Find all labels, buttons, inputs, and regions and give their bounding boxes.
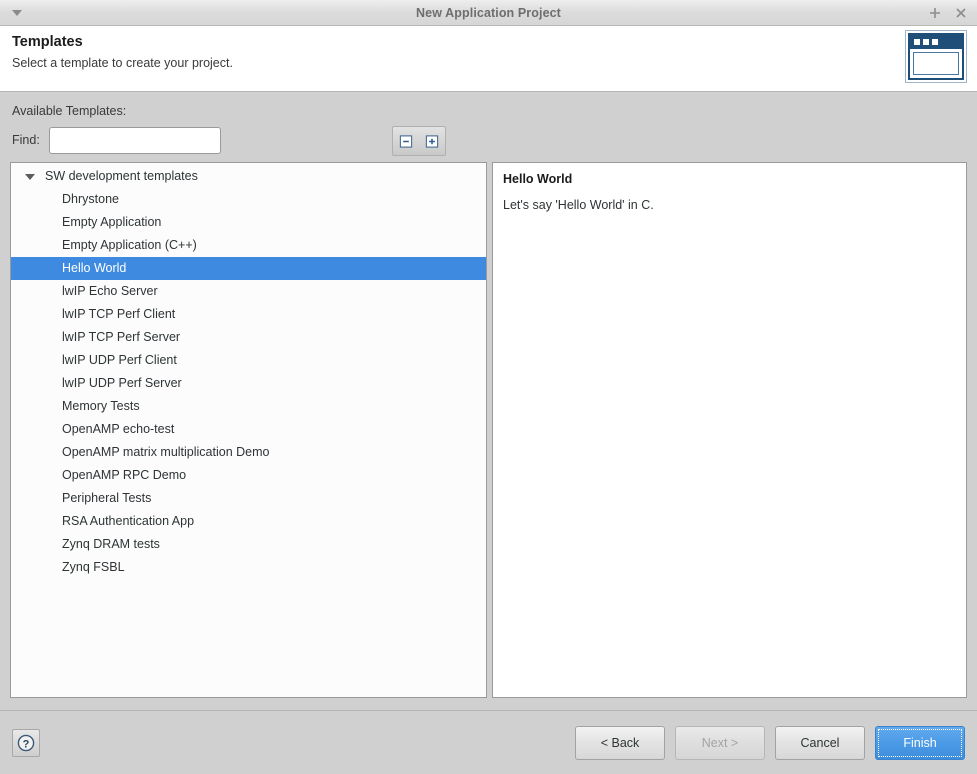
finish-button[interactable]: Finish [875,726,965,760]
tree-item-label: Empty Application [62,211,161,234]
window-controls [927,5,977,21]
window-menu-button[interactable] [0,0,34,26]
tree-item[interactable]: Hello World [11,257,486,280]
tree-item-list: DhrystoneEmpty ApplicationEmpty Applicat… [11,188,486,579]
back-button[interactable]: < Back [575,726,665,760]
application-window-icon [905,30,967,83]
tree-item-label: lwIP TCP Perf Server [62,326,180,349]
tree-item-label: Empty Application (C++) [62,234,197,257]
tree-item[interactable]: Empty Application (C++) [11,234,486,257]
tree-item-label: OpenAMP RPC Demo [62,464,186,487]
collapse-all-icon[interactable] [393,129,419,153]
new-application-project-dialog: New Application Project Templates Select… [0,0,977,774]
tree-root-label: SW development templates [45,165,198,188]
tree-item-label: Zynq FSBL [62,556,125,579]
description-text: Let's say 'Hello World' in C. [503,198,956,212]
dialog-footer: ? < Back Next > Cancel Finish [0,710,977,774]
tree-item[interactable]: lwIP Echo Server [11,280,486,303]
tree-item-label: RSA Authentication App [62,510,194,533]
maximize-plus-icon[interactable] [927,5,943,21]
search-input[interactable] [49,127,221,154]
application-window-icon-titlebar [910,35,962,49]
tree-item[interactable]: RSA Authentication App [11,510,486,533]
tree-item-label: lwIP Echo Server [62,280,158,303]
tree-item[interactable]: Zynq FSBL [11,556,486,579]
find-row: Find: [10,126,967,154]
tree-item-label: Dhrystone [62,188,119,211]
templates-tree[interactable]: SW development templates DhrystoneEmpty … [10,162,487,698]
tree-item-label: Zynq DRAM tests [62,533,160,556]
chevron-down-icon[interactable] [25,174,35,180]
find-label: Find: [12,133,40,147]
tree-item[interactable]: Memory Tests [11,395,486,418]
tree-item-label: lwIP TCP Perf Client [62,303,175,326]
description-title: Hello World [503,172,956,186]
tree-item-label: lwIP UDP Perf Client [62,349,177,372]
application-window-icon-body [913,52,959,75]
tree-item-label: lwIP UDP Perf Server [62,372,182,395]
tree-item[interactable]: OpenAMP matrix multiplication Demo [11,441,486,464]
tree-item[interactable]: Dhrystone [11,188,486,211]
tree-root-node[interactable]: SW development templates [11,165,486,188]
wizard-header: Templates Select a template to create yo… [0,26,977,92]
page-subtitle: Select a template to create your project… [12,56,965,70]
tree-item[interactable]: OpenAMP RPC Demo [11,464,486,487]
content-panes: SW development templates DhrystoneEmpty … [10,162,967,710]
chevron-down-icon [12,10,22,16]
tree-item[interactable]: lwIP UDP Perf Client [11,349,486,372]
tree-item[interactable]: lwIP TCP Perf Client [11,303,486,326]
tree-item[interactable]: OpenAMP echo-test [11,418,486,441]
tree-item-label: Memory Tests [62,395,140,418]
tree-item-label: OpenAMP matrix multiplication Demo [62,441,269,464]
icon-dot-2 [923,39,929,45]
tree-item[interactable]: Zynq DRAM tests [11,533,486,556]
footer-buttons: < Back Next > Cancel Finish [575,726,965,760]
expand-all-icon[interactable] [419,129,445,153]
tree-item[interactable]: lwIP TCP Perf Server [11,326,486,349]
template-description-panel: Hello World Let's say 'Hello World' in C… [492,162,967,698]
tree-toolbar [392,126,446,156]
tree-item[interactable]: Empty Application [11,211,486,234]
page-title: Templates [12,34,965,50]
tree-item[interactable]: Peripheral Tests [11,487,486,510]
icon-dot-3 [932,39,938,45]
tree-item-label: OpenAMP echo-test [62,418,174,441]
window-title: New Application Project [0,6,977,20]
cancel-button[interactable]: Cancel [775,726,865,760]
tree-item-label: Peripheral Tests [62,487,151,510]
icon-dot-1 [914,39,920,45]
application-window-icon-frame [908,33,964,80]
tree-item[interactable]: lwIP UDP Perf Server [11,372,486,395]
tree-item-label: Hello World [62,257,126,280]
title-bar: New Application Project [0,0,977,26]
dialog-body: Available Templates: Find: [0,92,977,710]
close-x-icon[interactable] [953,5,969,21]
next-button: Next > [675,726,765,760]
help-question-icon[interactable]: ? [12,729,40,757]
available-templates-label: Available Templates: [12,104,967,118]
svg-text:?: ? [23,738,30,750]
